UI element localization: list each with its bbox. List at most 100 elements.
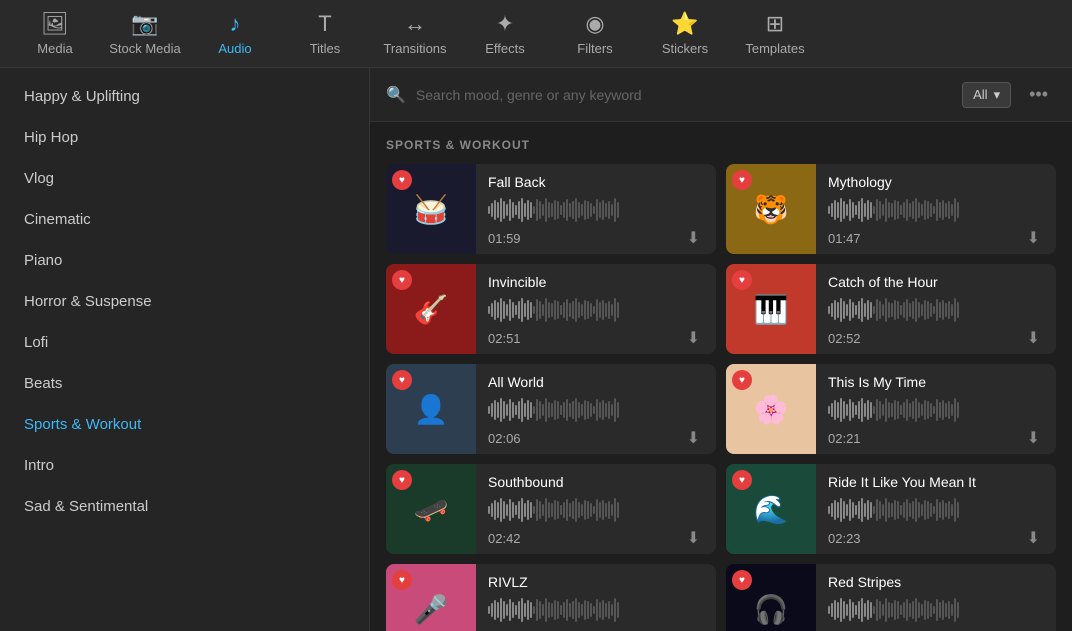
track-card-catch-of-the-hour[interactable]: 🎹♥ Catch of the Hour 02:52 ⬇ (726, 264, 1056, 354)
track-title-fall-back: Fall Back (488, 174, 704, 190)
favorite-badge[interactable]: ♥ (732, 470, 752, 490)
sidebar-item-intro[interactable]: Intro (0, 445, 369, 486)
filter-dropdown[interactable]: All ▾ (962, 82, 1011, 108)
nav-item-stickers[interactable]: ⭐Stickers (640, 4, 730, 64)
favorite-badge[interactable]: ♥ (392, 470, 412, 490)
favorite-badge[interactable]: ♥ (392, 270, 412, 290)
more-options-button[interactable]: ••• (1021, 80, 1056, 109)
track-footer-red-stripes: 02:18⬇ (828, 626, 1044, 631)
nav-item-titles[interactable]: TTitles (280, 4, 370, 64)
nav-item-effects[interactable]: ✦ Effects (460, 4, 550, 64)
nav-item-media[interactable]: 🖼Media (10, 4, 100, 64)
favorite-badge[interactable]: ♥ (392, 570, 412, 590)
track-card-mythology[interactable]: 🐯♥Mythology01:47⬇ (726, 164, 1056, 254)
favorite-badge[interactable]: ♥ (732, 170, 752, 190)
sidebar-item-sports[interactable]: Sports & Workout (0, 404, 369, 445)
sidebar-item-cinematic[interactable]: Cinematic (0, 199, 369, 240)
sidebar-item-beats[interactable]: Beats (0, 363, 369, 404)
track-thumb-catch-of-the-hour: 🎹♥ (726, 264, 816, 354)
track-duration-this-is-my-time: 02:21 (828, 431, 861, 446)
track-footer-fall-back: 01:59 ⬇ (488, 226, 704, 250)
track-download-fall-back[interactable]: ⬇ (683, 226, 704, 250)
nav-label-effects: Effects (485, 41, 525, 56)
audio-icon: ♪ (230, 11, 241, 37)
track-thumb-this-is-my-time: 🌸♥ (726, 364, 816, 454)
sidebar-item-horror[interactable]: Horror & Suspense (0, 281, 369, 322)
track-waveform-mythology (828, 198, 1044, 222)
track-footer-invincible: 02:51⬇ (488, 326, 704, 350)
track-waveform-ride-it (828, 498, 1044, 522)
stock-media-icon: 📷 (131, 11, 158, 37)
track-duration-mythology: 01:47 (828, 231, 861, 246)
track-info-red-stripes: Red Stripes 02:18⬇ (816, 564, 1056, 631)
sidebar-item-vlog[interactable]: Vlog (0, 158, 369, 199)
search-icon: 🔍 (386, 85, 406, 105)
favorite-badge[interactable]: ♥ (392, 370, 412, 390)
sidebar-item-happy[interactable]: Happy & Uplifting (0, 76, 369, 117)
sidebar-item-piano[interactable]: Piano (0, 240, 369, 281)
track-thumb-rivlz: 🎤♥ (386, 564, 476, 631)
track-title-red-stripes: Red Stripes (828, 574, 1044, 590)
track-card-ride-it[interactable]: 🌊♥Ride It Like You Mean It02:23⬇ (726, 464, 1056, 554)
nav-label-audio: Audio (218, 41, 251, 56)
search-input[interactable] (416, 87, 952, 103)
favorite-badge[interactable]: ♥ (392, 170, 412, 190)
track-download-catch-of-the-hour[interactable]: ⬇ (1023, 326, 1044, 350)
music-grid-wrapper: SPORTS & WORKOUT 🥁♥Fall Back01:59⬇🐯♥Myth… (370, 122, 1072, 631)
sidebar-item-lofi[interactable]: Lofi (0, 322, 369, 363)
templates-icon: ⊞ (766, 11, 784, 37)
track-waveform-all-world (488, 398, 704, 422)
track-download-red-stripes[interactable]: ⬇ (1023, 626, 1044, 631)
track-waveform-invincible (488, 298, 704, 322)
track-card-invincible[interactable]: 🎸♥Invincible02:51⬇ (386, 264, 716, 354)
track-card-southbound[interactable]: 🛹♥Southbound02:42⬇ (386, 464, 716, 554)
nav-item-filters[interactable]: ◉Filters (550, 4, 640, 64)
favorite-badge[interactable]: ♥ (732, 570, 752, 590)
sidebar: Happy & UpliftingHip HopVlogCinematicPia… (0, 68, 370, 631)
track-download-ride-it[interactable]: ⬇ (1023, 526, 1044, 550)
track-info-rivlz: RIVLZ02:15⬇ (476, 564, 716, 631)
sidebar-item-sad[interactable]: Sad & Sentimental (0, 486, 369, 527)
nav-item-stock-media[interactable]: 📷 Stock Media (100, 4, 190, 64)
track-card-this-is-my-time[interactable]: 🌸♥ This Is My Time 02:21 ⬇ (726, 364, 1056, 454)
track-download-all-world[interactable]: ⬇ (683, 426, 704, 450)
titles-icon: T (318, 11, 331, 37)
track-card-all-world[interactable]: 👤♥All World02:06⬇ (386, 364, 716, 454)
track-card-red-stripes[interactable]: 🎧♥Red Stripes02:18⬇ (726, 564, 1056, 631)
track-duration-fall-back: 01:59 (488, 231, 521, 246)
track-download-southbound[interactable]: ⬇ (683, 526, 704, 550)
nav-item-templates[interactable]: ⊞Templates (730, 4, 820, 64)
track-duration-catch-of-the-hour: 02:52 (828, 331, 861, 346)
track-title-invincible: Invincible (488, 274, 704, 290)
nav-item-transitions[interactable]: ↔Transitions (370, 4, 460, 64)
track-card-fall-back[interactable]: 🥁♥Fall Back01:59⬇ (386, 164, 716, 254)
track-footer-catch-of-the-hour: 02:52 ⬇ (828, 326, 1044, 350)
media-icon: 🖼 (41, 11, 69, 37)
track-duration-all-world: 02:06 (488, 431, 521, 446)
track-footer-ride-it: 02:23⬇ (828, 526, 1044, 550)
track-waveform-rivlz (488, 598, 704, 622)
track-thumb-southbound: 🛹♥ (386, 464, 476, 554)
track-thumb-ride-it: 🌊♥ (726, 464, 816, 554)
sidebar-item-hiphop[interactable]: Hip Hop (0, 117, 369, 158)
track-title-this-is-my-time: This Is My Time (828, 374, 1044, 390)
track-download-this-is-my-time[interactable]: ⬇ (1023, 426, 1044, 450)
effects-icon: ✦ (496, 11, 514, 37)
track-download-mythology[interactable]: ⬇ (1023, 226, 1044, 250)
track-title-rivlz: RIVLZ (488, 574, 704, 590)
favorite-badge[interactable]: ♥ (732, 270, 752, 290)
favorite-badge[interactable]: ♥ (732, 370, 752, 390)
track-title-catch-of-the-hour: Catch of the Hour (828, 274, 1044, 290)
track-download-invincible[interactable]: ⬇ (683, 326, 704, 350)
nav-label-stock-media: Stock Media (109, 41, 181, 56)
track-card-rivlz[interactable]: 🎤♥RIVLZ02:15⬇ (386, 564, 716, 631)
track-footer-all-world: 02:06 ⬇ (488, 426, 704, 450)
music-grid: 🥁♥Fall Back01:59⬇🐯♥Mythology01:47⬇🎸♥Invi… (386, 164, 1056, 631)
track-info-invincible: Invincible 02:51⬇ (476, 264, 716, 354)
track-waveform-southbound (488, 498, 704, 522)
nav-item-audio[interactable]: ♪ Audio (190, 4, 280, 64)
stickers-icon: ⭐ (671, 11, 698, 37)
track-waveform-fall-back (488, 198, 704, 222)
track-download-rivlz[interactable]: ⬇ (683, 626, 704, 631)
filter-label: All (973, 87, 987, 102)
